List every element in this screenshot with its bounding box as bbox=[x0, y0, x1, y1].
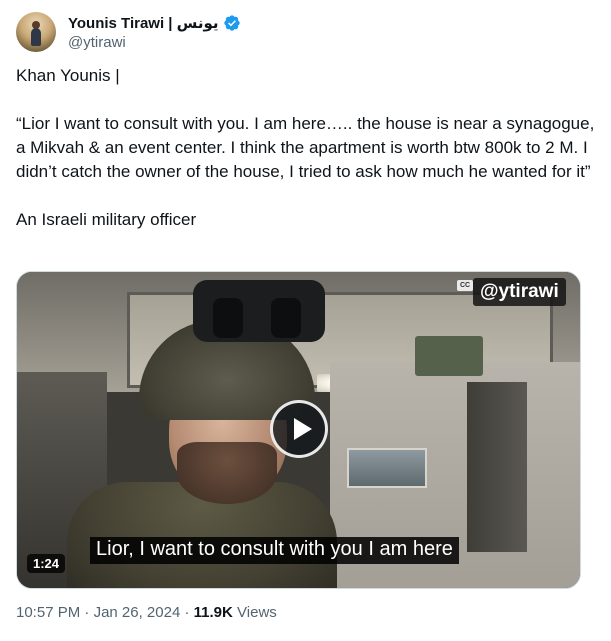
avatar-figure-body bbox=[31, 28, 41, 46]
scene-night-vision-goggles bbox=[193, 280, 325, 342]
avatar[interactable] bbox=[16, 12, 56, 52]
video-watermark: @ytirawi bbox=[473, 278, 566, 306]
meta-separator-2: · bbox=[184, 604, 190, 621]
tweet-header: Younis Tirawi | يونس @ytirawi bbox=[16, 12, 596, 56]
tweet-meta: 10:57 PM · Jan 26, 2024 · 11.9K Views bbox=[16, 604, 277, 621]
tweet-date[interactable]: Jan 26, 2024 bbox=[94, 604, 181, 621]
tweet-text: Khan Younis | “Lior I want to consult wi… bbox=[16, 64, 596, 232]
cc-icon: CC bbox=[457, 280, 473, 291]
scene-soldier-beard bbox=[177, 442, 277, 504]
author-display-name[interactable]: Younis Tirawi | يونس bbox=[68, 14, 219, 32]
tweet-time[interactable]: 10:57 PM bbox=[16, 604, 80, 621]
nvg-lens-left bbox=[213, 298, 243, 338]
video-subtitle: Lior, I want to consult with you I am he… bbox=[90, 537, 459, 564]
scene-shelf bbox=[415, 336, 483, 376]
meta-separator: · bbox=[84, 604, 90, 621]
author-name-row: Younis Tirawi | يونس bbox=[68, 14, 241, 32]
nvg-lens-right bbox=[271, 298, 301, 338]
play-icon[interactable] bbox=[270, 400, 328, 458]
scene-picture bbox=[347, 448, 427, 488]
author-handle[interactable]: @ytirawi bbox=[68, 34, 126, 51]
video-player[interactable]: CC @ytirawi Lior, I want to consult with… bbox=[16, 271, 581, 589]
verified-badge-icon[interactable] bbox=[223, 14, 241, 32]
views-label: Views bbox=[237, 604, 277, 621]
video-duration: 1:24 bbox=[27, 554, 66, 573]
tweet-line-description: An Israeli military officer bbox=[16, 210, 197, 229]
scene-door bbox=[467, 382, 527, 552]
tweet-line-location: Khan Younis | bbox=[16, 66, 120, 85]
tweet-quote: “Lior I want to consult with you. I am h… bbox=[16, 114, 595, 181]
views-count[interactable]: 11.9K bbox=[194, 604, 233, 621]
